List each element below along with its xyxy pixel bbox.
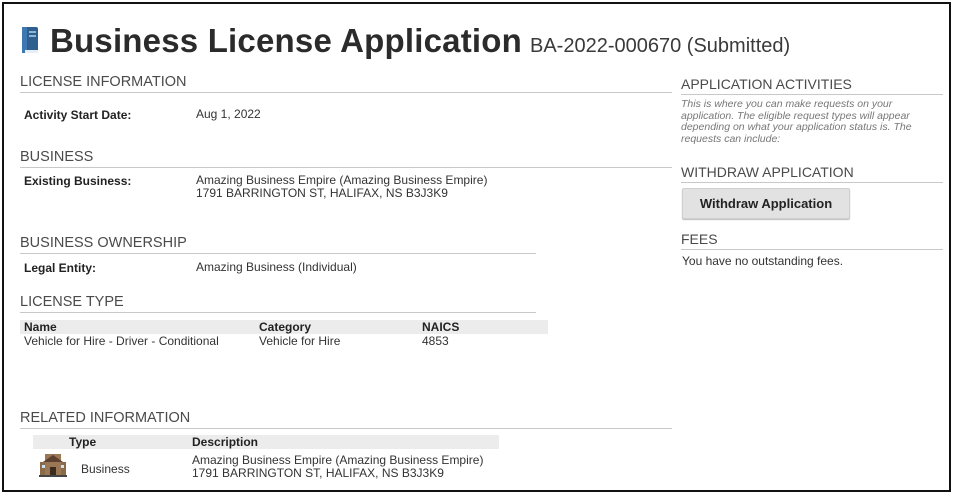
license-category-cell: Vehicle for Hire bbox=[259, 334, 341, 348]
related-description-line2: 1791 BARRINGTON ST, HALIFAX, NS B3J3K9 bbox=[192, 466, 444, 480]
column-naics: NAICS bbox=[422, 320, 460, 334]
withdraw-application-button[interactable]: Withdraw Application bbox=[682, 188, 850, 219]
license-naics-cell: 4853 bbox=[422, 334, 449, 348]
legal-entity-label: Legal Entity: bbox=[24, 261, 97, 275]
section-business: BUSINESS bbox=[20, 149, 672, 168]
activities-note: This is where you can make requests on y… bbox=[681, 98, 912, 145]
application-number: BA-2022-000670 (Submitted) bbox=[530, 35, 791, 57]
book-icon bbox=[22, 27, 38, 53]
building-icon bbox=[39, 454, 67, 477]
column-type: Type bbox=[69, 435, 97, 449]
column-description: Description bbox=[192, 435, 259, 449]
page-title: Business License Application bbox=[50, 22, 522, 59]
section-application-activities: APPLICATION ACTIVITIES bbox=[681, 76, 943, 95]
section-fees: FEES bbox=[681, 231, 943, 250]
license-name-cell: Vehicle for Hire - Driver - Conditional bbox=[24, 334, 219, 348]
related-type-cell: Business bbox=[81, 462, 130, 476]
application-panel: Business License Application BA-2022-000… bbox=[2, 2, 951, 492]
legal-entity-value: Amazing Business (Individual) bbox=[196, 260, 357, 274]
existing-business-label: Existing Business: bbox=[24, 174, 132, 188]
section-license-information: LICENSE INFORMATION bbox=[20, 74, 672, 93]
fees-status: You have no outstanding fees. bbox=[682, 254, 844, 268]
activity-start-value: Aug 1, 2022 bbox=[196, 107, 261, 121]
section-related-information: RELATED INFORMATION bbox=[20, 410, 672, 429]
page-header: Business License Application BA-2022-000… bbox=[20, 22, 790, 60]
existing-business-address: 1791 BARRINGTON ST, HALIFAX, NS B3J3K9 bbox=[196, 186, 448, 200]
section-business-ownership: BUSINESS OWNERSHIP bbox=[20, 235, 536, 254]
activity-start-label: Activity Start Date: bbox=[24, 108, 132, 122]
column-category: Category bbox=[259, 320, 312, 334]
related-header bbox=[33, 435, 499, 449]
column-name: Name bbox=[24, 320, 57, 334]
section-license-type: LICENSE TYPE bbox=[20, 294, 536, 313]
section-withdraw-application: WITHDRAW APPLICATION bbox=[681, 164, 943, 183]
